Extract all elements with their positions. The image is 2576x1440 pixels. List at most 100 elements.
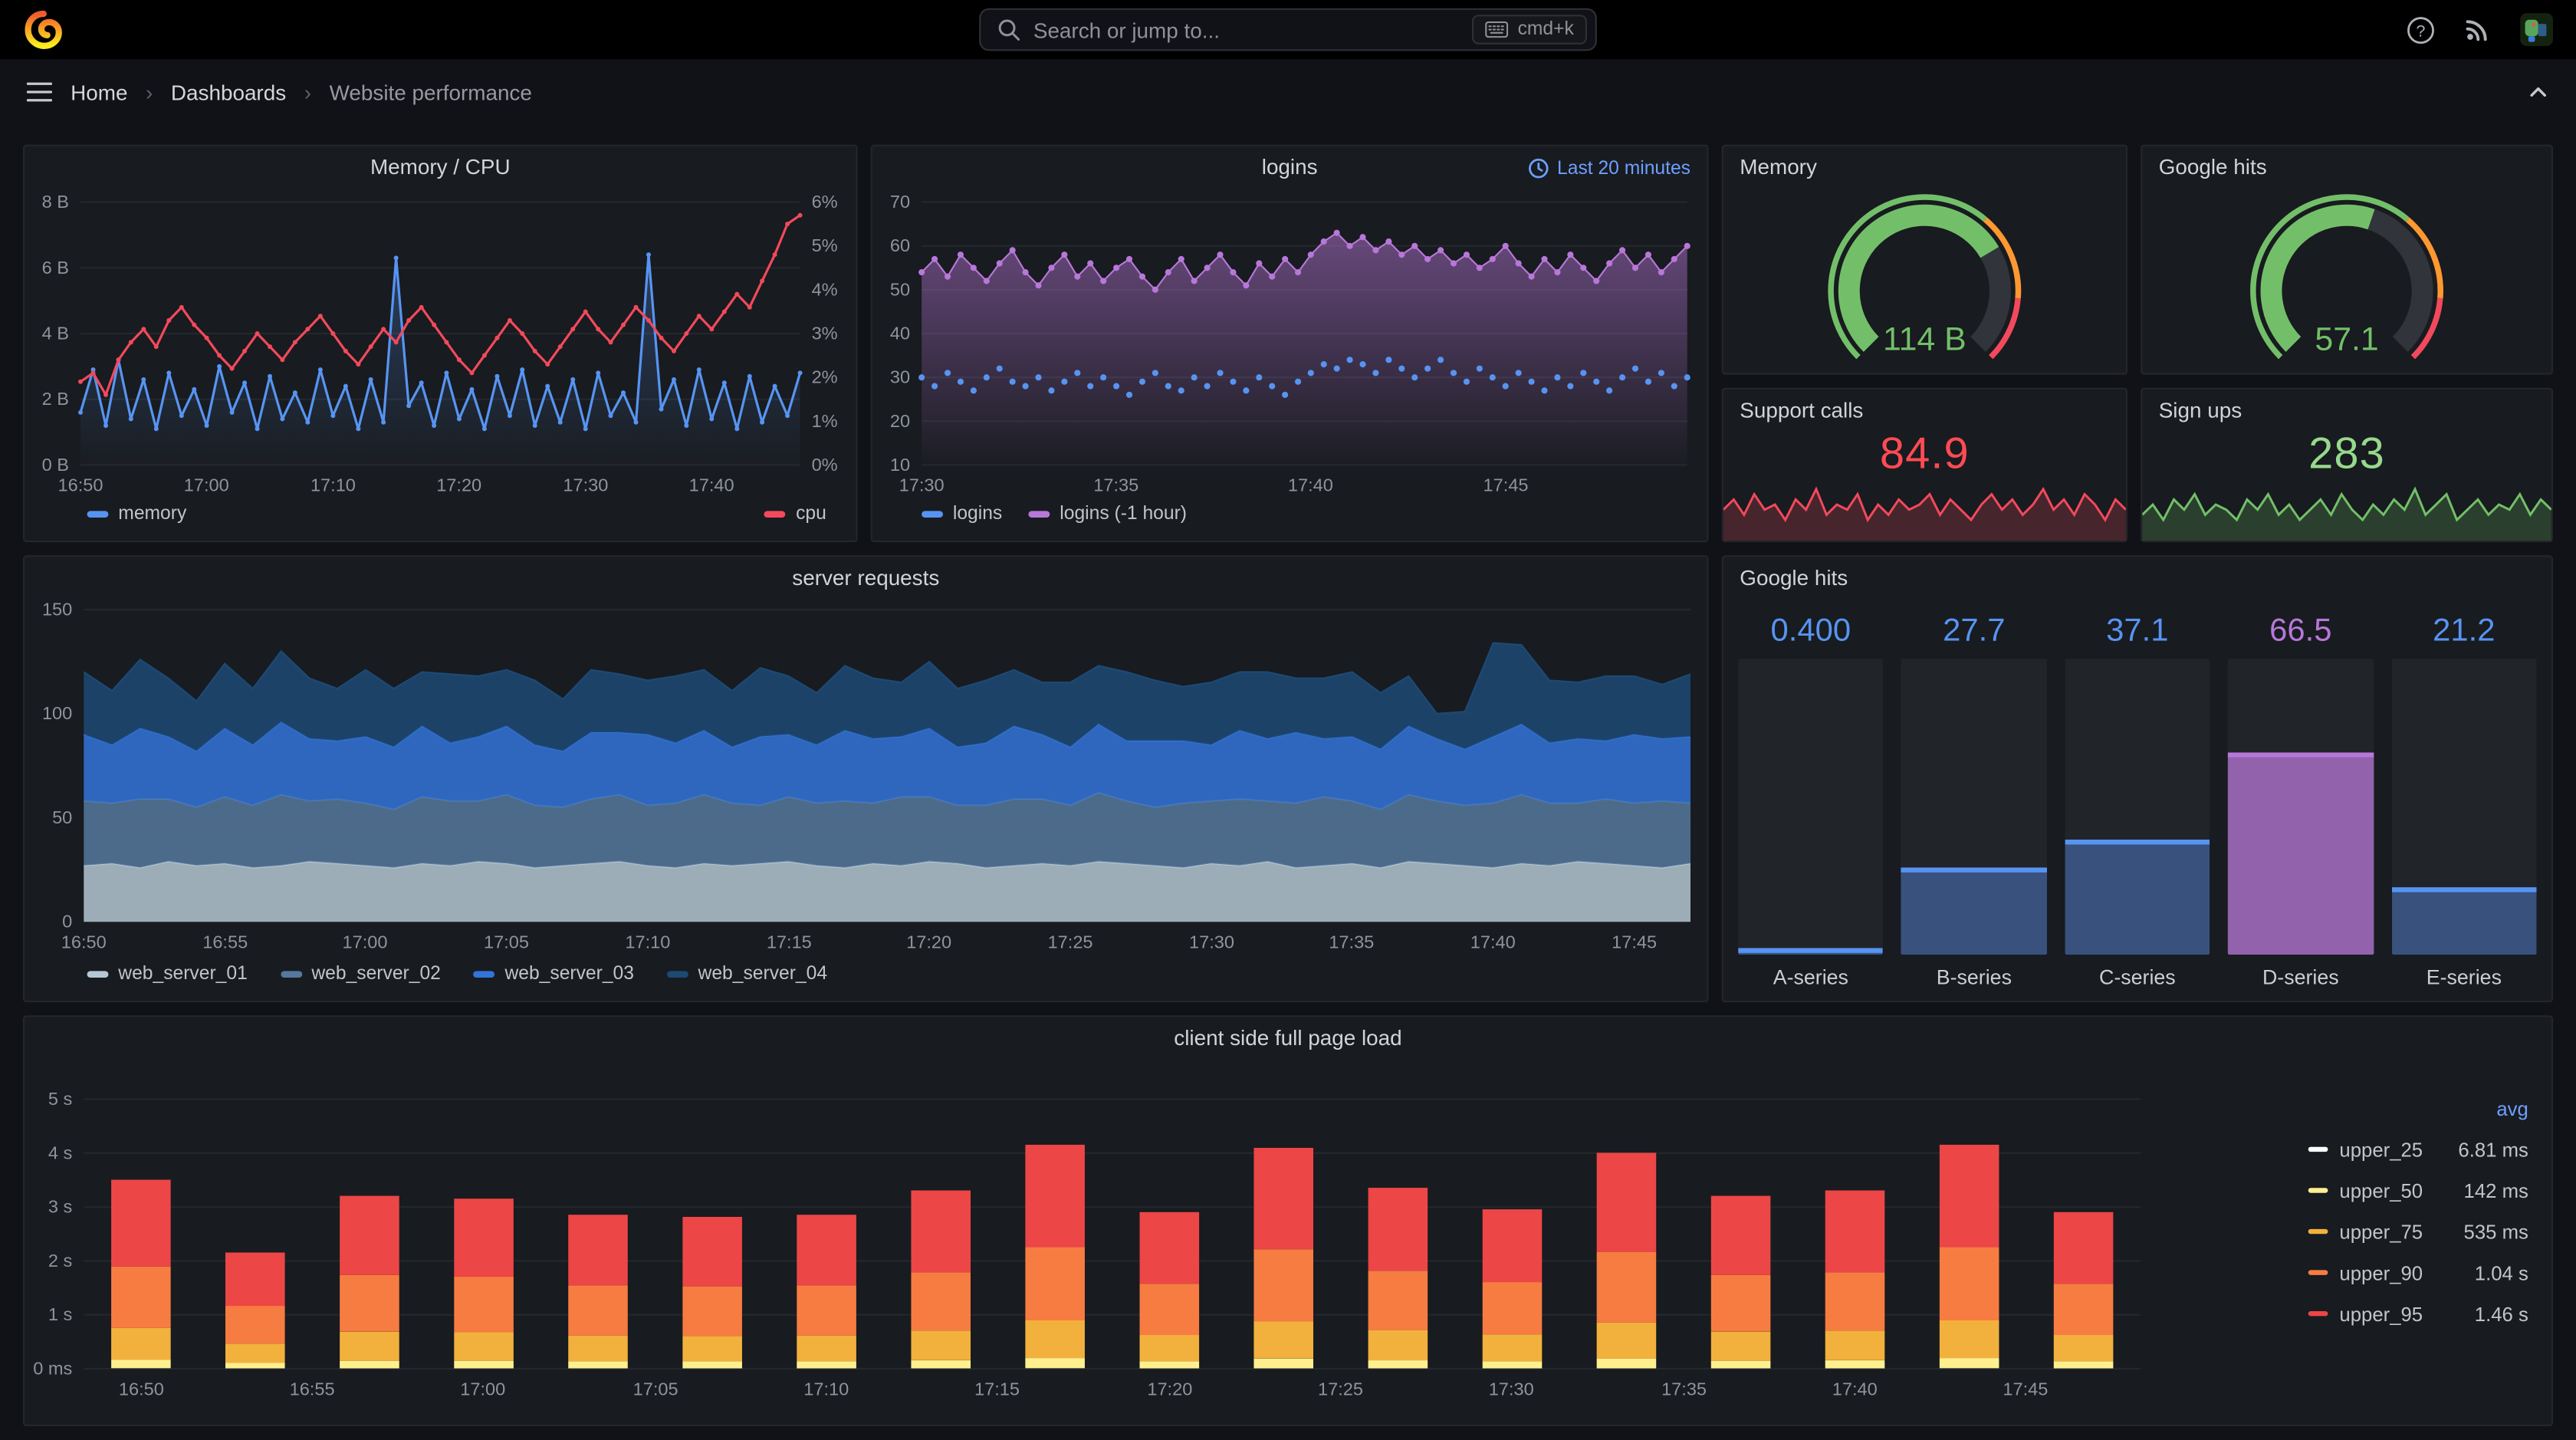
legend-item[interactable]: upper_25 6.81 ms (2308, 1129, 2528, 1170)
top-bar: Search or jump to... cmd+k ? (0, 0, 2576, 60)
bar-gauge-label: B-series (1936, 966, 2012, 990)
legend-item[interactable]: web_server_02 (280, 965, 441, 985)
legend-item[interactable]: upper_95 1.46 s (2308, 1293, 2528, 1334)
time-override-label: Last 20 minutes (1557, 158, 1691, 179)
logins-chart[interactable]: 10 20 30 40 50 60 70 17:30 17:35 17:40 17:45 (872, 189, 1707, 501)
bar-gauge-value: 66.5 (2269, 613, 2332, 649)
shortcut-badge: cmd+k (1471, 15, 1588, 44)
user-avatar[interactable] (2520, 13, 2554, 47)
svg-text:17:05: 17:05 (484, 932, 529, 952)
chevron-up-icon[interactable] (2527, 81, 2550, 104)
memory-cpu-chart[interactable]: 0 B 2 B 4 B 6 B 8 B 0% 1% 2% 3% 4% 5% 6% 16:50 17:00 1… (25, 189, 856, 501)
svg-text:0%: 0% (812, 455, 838, 475)
keyboard-icon (1484, 21, 1508, 38)
google-hits-gauge: 57.1 (2250, 194, 2443, 360)
logins-legend: logins logins (-1 hour) (872, 505, 1707, 524)
page-load-chart[interactable]: 0 ms 1 s 2 s 3 s 4 s 5 s 16:50 16:55 17:00 17:05 1… (25, 1060, 2551, 1412)
server-requests-chart[interactable]: 0 50 100 150 16:50 16:55 17:00 17:05 17:10 17:15 1… (25, 597, 1707, 962)
svg-text:60: 60 (890, 235, 910, 255)
bar-gauge-bar (1901, 659, 2047, 955)
breadcrumb-dashboards[interactable]: Dashboards (171, 80, 286, 104)
legend-header[interactable]: avg (2308, 1090, 2528, 1129)
svg-text:17:40: 17:40 (1470, 932, 1516, 952)
legend-marker (1028, 511, 1050, 518)
bar-gauge-label: A-series (1773, 966, 1848, 990)
legend-item[interactable]: cpu (764, 505, 826, 524)
legend-marker (2308, 1187, 2328, 1194)
legend-item[interactable]: logins (922, 505, 1002, 524)
svg-text:16:50: 16:50 (58, 475, 104, 495)
bar-gauge-value: 27.7 (1943, 613, 2006, 649)
svg-text:17:45: 17:45 (1612, 932, 1657, 952)
panel-title[interactable]: Support calls (1740, 398, 1863, 422)
legend-item[interactable]: upper_90 1.04 s (2308, 1252, 2528, 1294)
legend-item[interactable]: upper_75 535 ms (2308, 1211, 2528, 1252)
legend-item[interactable]: web_server_04 (666, 965, 827, 985)
legend-item[interactable]: web_server_01 (87, 965, 248, 985)
breadcrumb-home[interactable]: Home (71, 80, 127, 104)
search-input[interactable]: Search or jump to... cmd+k (979, 8, 1597, 51)
svg-text:17:25: 17:25 (1048, 932, 1093, 952)
panel-title[interactable]: Memory (1740, 154, 1817, 179)
panel-title[interactable]: server requests (25, 565, 1707, 590)
legend-item[interactable]: web_server_03 (473, 965, 634, 985)
svg-text:0: 0 (62, 912, 72, 932)
legend-marker (2308, 1269, 2328, 1276)
panel-title[interactable]: Sign ups (2159, 398, 2242, 422)
svg-text:40: 40 (890, 324, 910, 344)
svg-text:17:30: 17:30 (563, 475, 608, 495)
legend-item[interactable]: memory (87, 505, 186, 524)
svg-text:17:20: 17:20 (1147, 1379, 1192, 1399)
panel-title[interactable]: Memory / CPU (25, 154, 856, 179)
google-hits-bar-gauge: 0.400 A-series 27.7 B-series 37.1 C-series 66.… (1738, 607, 2537, 995)
panel-title[interactable]: client side full page load (25, 1025, 2551, 1050)
menu-toggle-icon[interactable] (26, 81, 53, 104)
svg-text:?: ? (2417, 21, 2426, 40)
legend-item[interactable]: upper_50 142 ms (2308, 1170, 2528, 1212)
breadcrumb-current-page: Website performance (329, 79, 532, 105)
shortcut-label: cmd+k (1517, 19, 1574, 40)
search-icon (997, 18, 1020, 41)
bar-gauge-label: D-series (2262, 966, 2339, 990)
panel-title[interactable]: Google hits (2159, 154, 2267, 179)
panel-memory-cpu: Memory / CPU 0 B 2 B 4 B 6 B 8 B 0% 1% 2% 3% 4% 5%… (23, 144, 858, 543)
svg-text:17:15: 17:15 (974, 1379, 1020, 1399)
legend-marker (473, 971, 495, 978)
panel-title[interactable]: Google hits (1740, 565, 1848, 590)
time-range-override[interactable]: Last 20 minutes (1527, 158, 1691, 179)
svg-text:30: 30 (890, 367, 910, 387)
bar-gauge-value: 21.2 (2433, 613, 2496, 649)
grafana-logo[interactable] (23, 9, 64, 51)
bar-gauge-label: C-series (2098, 966, 2176, 990)
svg-text:3 s: 3 s (48, 1197, 72, 1217)
svg-text:50: 50 (890, 279, 910, 299)
svg-text:17:25: 17:25 (1318, 1379, 1363, 1399)
svg-text:17:20: 17:20 (906, 932, 951, 952)
svg-text:8 B: 8 B (42, 192, 69, 212)
page-load-legend: avg upper_25 6.81 ms upper_50 142 ms upper_75… (2308, 1090, 2528, 1334)
svg-text:17:30: 17:30 (1489, 1379, 1534, 1399)
svg-text:0 ms: 0 ms (33, 1359, 72, 1379)
bar-gauge-item: 37.1 C-series (2065, 607, 2210, 995)
legend-marker (87, 971, 109, 978)
breadcrumb-bar: Home › Dashboards › Website performance (0, 59, 2576, 125)
svg-text:17:40: 17:40 (1832, 1379, 1878, 1399)
clock-icon (1527, 158, 1549, 179)
svg-text:0 B: 0 B (42, 455, 69, 475)
rss-icon[interactable] (2464, 16, 2490, 42)
panel-page-load: client side full page load 0 ms 1 s 2 s 3 s… (23, 1015, 2554, 1427)
bar-gauge-bar (2228, 659, 2374, 955)
server-requests-legend: web_server_01 web_server_02 web_server_03 w… (25, 965, 1707, 985)
legend-marker (764, 511, 787, 518)
svg-text:50: 50 (52, 807, 72, 827)
legend-item[interactable]: logins (-1 hour) (1028, 505, 1187, 524)
panel-google-hits-bars: Google hits 0.400 A-series 27.7 B-series 37.… (1721, 555, 2554, 1003)
svg-text:17:35: 17:35 (1093, 475, 1138, 495)
svg-text:16:50: 16:50 (61, 932, 107, 952)
help-icon[interactable]: ? (2407, 15, 2434, 44)
svg-text:16:50: 16:50 (119, 1379, 164, 1399)
svg-text:17:35: 17:35 (1661, 1379, 1707, 1399)
svg-text:4%: 4% (812, 279, 838, 299)
svg-text:17:00: 17:00 (460, 1379, 505, 1399)
bar-gauge-item: 0.400 A-series (1738, 607, 1884, 995)
